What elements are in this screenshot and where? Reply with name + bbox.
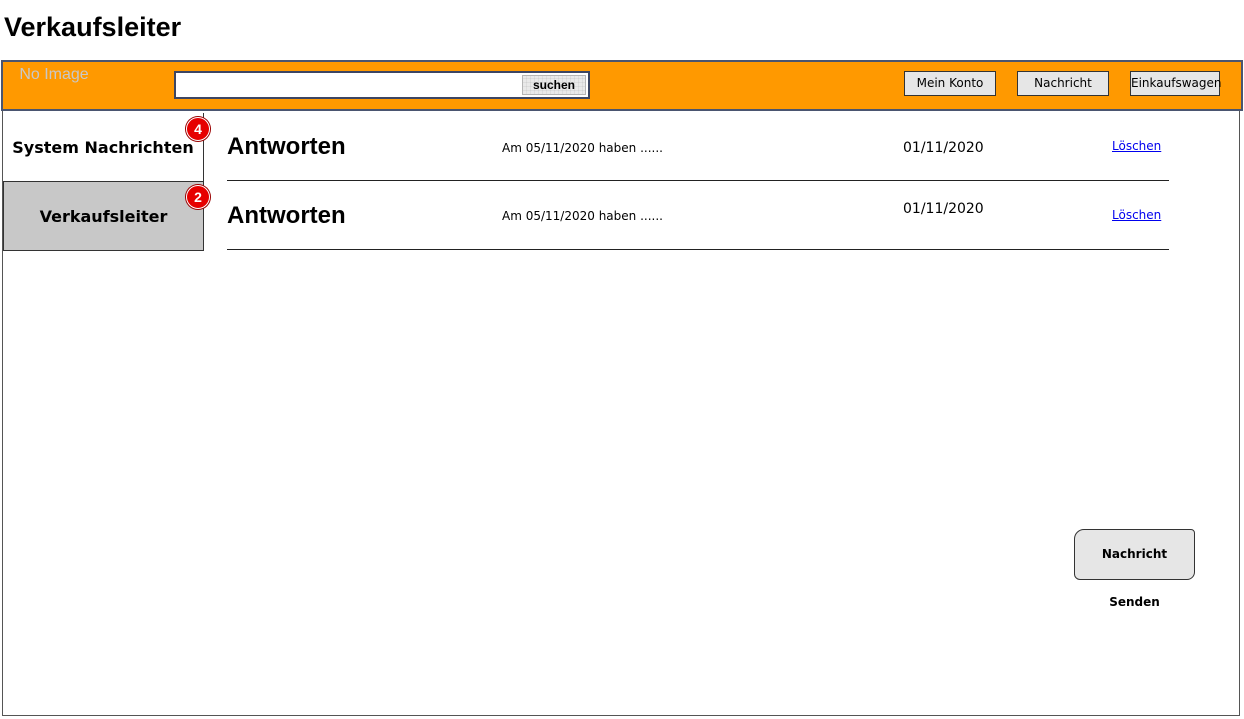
search-button[interactable]: suchen <box>522 75 586 95</box>
page-title: Verkaufsleiter <box>4 12 182 42</box>
message-preview: Am 05/11/2020 haben ...... <box>502 209 663 223</box>
top-bar: No Image suchen Mein Konto Nachricht Ein… <box>1 60 1243 111</box>
logo-placeholder: No Image <box>19 66 89 83</box>
tab-label: Verkaufsleiter <box>39 207 168 226</box>
message-preview: Am 05/11/2020 haben ...... <box>502 141 663 155</box>
message-row[interactable]: Antworten Am 05/11/2020 haben ...... 01/… <box>227 182 1169 250</box>
message-title: Antworten <box>227 133 346 160</box>
send-message-button[interactable]: Nachricht Senden <box>1074 529 1195 609</box>
my-account-button[interactable]: Mein Konto <box>904 71 996 96</box>
unread-count-badge: 4 <box>186 117 210 141</box>
tab-label: System Nachrichten <box>12 138 194 157</box>
message-button[interactable]: Nachricht <box>1017 71 1109 96</box>
delete-link[interactable]: Löschen <box>1112 139 1161 153</box>
search-input[interactable]: suchen <box>174 71 590 99</box>
message-title: Antworten <box>227 202 346 229</box>
delete-link[interactable]: Löschen <box>1112 208 1161 222</box>
message-row[interactable]: Antworten Am 05/11/2020 haben ...... 01/… <box>227 113 1169 181</box>
tab-system-messages[interactable]: System Nachrichten <box>3 113 204 181</box>
message-date: 01/11/2020 <box>903 201 984 217</box>
tab-sales-manager[interactable]: Verkaufsleiter <box>3 181 204 251</box>
cart-button[interactable]: Einkaufswagen <box>1130 71 1221 96</box>
message-date: 01/11/2020 <box>903 140 984 156</box>
unread-count-badge: 2 <box>186 185 210 209</box>
